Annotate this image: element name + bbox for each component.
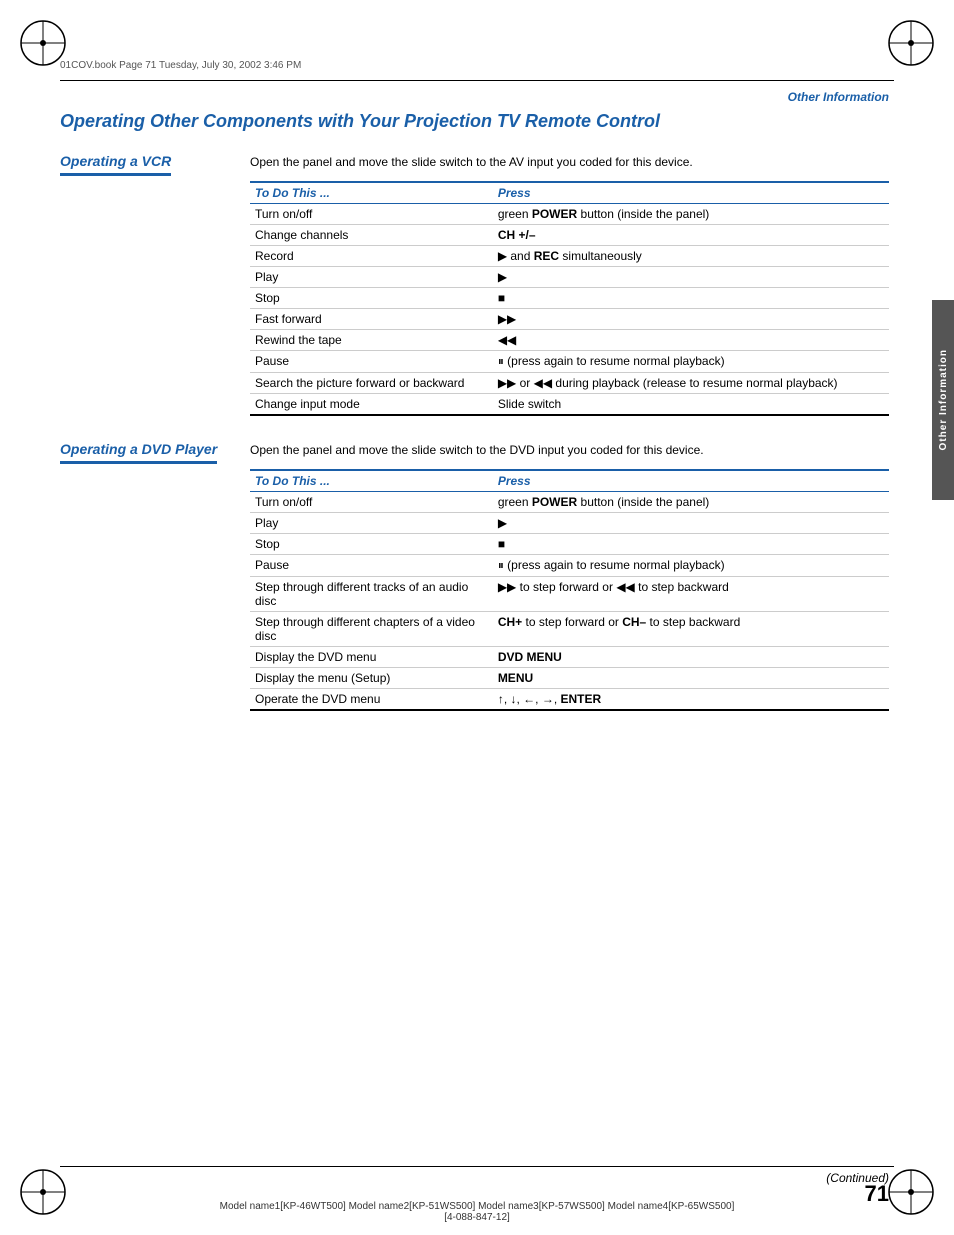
table-row: Record▶ and REC simultaneously (250, 246, 889, 267)
vcr-press-cell: CH +/– (493, 225, 889, 246)
vcr-todo-cell: Stop (250, 288, 493, 309)
vcr-todo-cell: Rewind the tape (250, 330, 493, 351)
dvd-todo-cell: Turn on/off (250, 492, 493, 513)
dvd-todo-cell: Pause (250, 555, 493, 577)
dvd-todo-cell: Play (250, 513, 493, 534)
file-info-bar: 01COV.book Page 71 Tuesday, July 30, 200… (60, 60, 894, 71)
side-tab: Other Information (932, 300, 954, 500)
dvd-table-header-row: To Do This ... Press (250, 470, 889, 492)
bottom-model-text: Model name1[KP-46WT500] Model name2[KP-5… (0, 1201, 954, 1223)
table-row: Display the menu (Setup)MENU (250, 668, 889, 689)
side-tab-text: Other Information (938, 349, 949, 450)
dvd-todo-cell: Stop (250, 534, 493, 555)
vcr-press-cell: ▶▶ (493, 309, 889, 330)
table-row: Operate the DVD menu↑, ↓, ←, →, ENTER (250, 689, 889, 711)
vcr-todo-cell: Record (250, 246, 493, 267)
page-container: 01COV.book Page 71 Tuesday, July 30, 200… (0, 0, 954, 1235)
vcr-press-cell: ▶▶ or ◀◀ during playback (release to res… (493, 373, 889, 394)
page-title: Operating Other Components with Your Pro… (60, 110, 889, 133)
vcr-heading: Operating a VCR (60, 153, 171, 176)
vcr-todo-cell: Play (250, 267, 493, 288)
vcr-todo-cell: Change channels (250, 225, 493, 246)
vcr-section: Operating a VCR Open the panel and move … (60, 153, 889, 416)
table-row: Stop■ (250, 534, 889, 555)
dvd-todo-cell: Step through different tracks of an audi… (250, 577, 493, 612)
vcr-col-press: Press (493, 182, 889, 204)
vcr-press-cell: ▶ and REC simultaneously (493, 246, 889, 267)
file-info-text: 01COV.book Page 71 Tuesday, July 30, 200… (60, 60, 301, 71)
vcr-todo-cell: Pause (250, 351, 493, 373)
vcr-layout: Operating a VCR Open the panel and move … (60, 153, 889, 416)
vcr-todo-cell: Fast forward (250, 309, 493, 330)
main-content: Operating Other Components with Your Pro… (60, 110, 889, 1155)
dvd-content: Open the panel and move the slide switch… (250, 441, 889, 711)
table-row: Search the picture forward or backward▶▶… (250, 373, 889, 394)
table-row: Step through different chapters of a vid… (250, 612, 889, 647)
table-row: Change channelsCH +/– (250, 225, 889, 246)
vcr-press-cell: Slide switch (493, 394, 889, 416)
vcr-todo-cell: Turn on/off (250, 204, 493, 225)
vcr-description: Open the panel and move the slide switch… (250, 153, 889, 171)
vcr-todo-cell: Search the picture forward or backward (250, 373, 493, 394)
vcr-press-cell: green POWER button (inside the panel) (493, 204, 889, 225)
dvd-press-cell: DVD MENU (493, 647, 889, 668)
dvd-press-cell: ↑, ↓, ←, →, ENTER (493, 689, 889, 711)
vcr-press-cell: ■ (493, 288, 889, 309)
dvd-heading: Operating a DVD Player (60, 441, 217, 464)
dvd-description: Open the panel and move the slide switch… (250, 441, 889, 459)
dvd-section: Operating a DVD Player Open the panel an… (60, 441, 889, 711)
dvd-press-cell: green POWER button (inside the panel) (493, 492, 889, 513)
vcr-todo-cell: Change input mode (250, 394, 493, 416)
vcr-table-header-row: To Do This ... Press (250, 182, 889, 204)
bottom-divider (60, 1166, 894, 1167)
dvd-col-press: Press (493, 470, 889, 492)
dvd-todo-cell: Display the menu (Setup) (250, 668, 493, 689)
table-row: Step through different tracks of an audi… (250, 577, 889, 612)
vcr-press-cell: ◀◀ (493, 330, 889, 351)
table-row: Display the DVD menuDVD MENU (250, 647, 889, 668)
dvd-col-todo: To Do This ... (250, 470, 493, 492)
section-header-top: Other Information (788, 90, 889, 104)
dvd-layout: Operating a DVD Player Open the panel an… (60, 441, 889, 711)
table-row: Play▶ (250, 513, 889, 534)
vcr-col-todo: To Do This ... (250, 182, 493, 204)
table-row: Turn on/offgreen POWER button (inside th… (250, 492, 889, 513)
dvd-todo-cell: Display the DVD menu (250, 647, 493, 668)
dvd-todo-cell: Step through different chapters of a vid… (250, 612, 493, 647)
dvd-todo-cell: Operate the DVD menu (250, 689, 493, 711)
dvd-press-cell: ⏸ (press again to resume normal playback… (493, 555, 889, 577)
dvd-press-cell: MENU (493, 668, 889, 689)
dvd-press-cell: ▶ (493, 513, 889, 534)
dvd-press-cell: ■ (493, 534, 889, 555)
table-row: Change input modeSlide switch (250, 394, 889, 416)
model-text-line: Model name1[KP-46WT500] Model name2[KP-5… (220, 1201, 735, 1223)
vcr-table: To Do This ... Press Turn on/offgreen PO… (250, 181, 889, 416)
vcr-heading-col: Operating a VCR (60, 153, 250, 416)
dvd-table: To Do This ... Press Turn on/offgreen PO… (250, 469, 889, 711)
table-row: Rewind the tape◀◀ (250, 330, 889, 351)
table-row: Pause⏸ (press again to resume normal pla… (250, 351, 889, 373)
table-row: Pause⏸ (press again to resume normal pla… (250, 555, 889, 577)
table-row: Stop■ (250, 288, 889, 309)
table-row: Play▶ (250, 267, 889, 288)
top-divider (60, 80, 894, 81)
table-row: Turn on/offgreen POWER button (inside th… (250, 204, 889, 225)
vcr-press-cell: ▶ (493, 267, 889, 288)
vcr-press-cell: ⏸ (press again to resume normal playback… (493, 351, 889, 373)
dvd-press-cell: CH+ to step forward or CH– to step backw… (493, 612, 889, 647)
dvd-press-cell: ▶▶ to step forward or ◀◀ to step backwar… (493, 577, 889, 612)
dvd-heading-col: Operating a DVD Player (60, 441, 250, 711)
table-row: Fast forward▶▶ (250, 309, 889, 330)
vcr-content: Open the panel and move the slide switch… (250, 153, 889, 416)
